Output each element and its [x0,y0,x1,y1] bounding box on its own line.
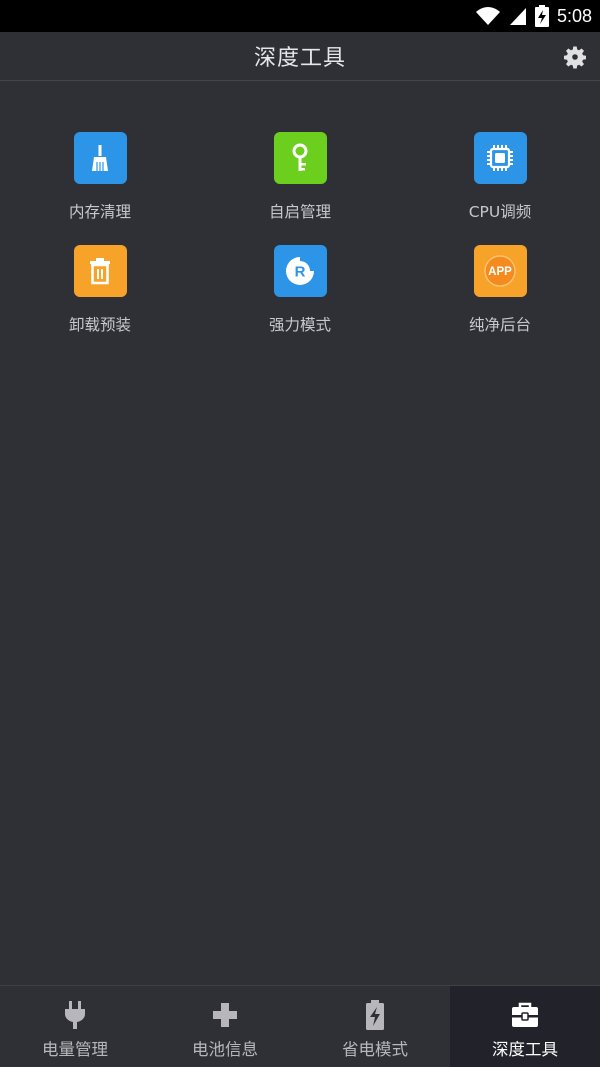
bottom-nav: 电量管理 电池信息 省电模式 深度工具 [0,985,600,1067]
nav-icon [210,1000,240,1030]
tool-tile: APP [473,245,527,297]
nav-item-battery-info[interactable]: 电池信息 [150,986,300,1067]
gear-icon [564,46,586,69]
app-badge-text: APP [488,266,512,278]
tool-label: 纯净后台 [468,316,531,334]
plus-icon [213,1003,237,1027]
nav-item-deep-tools[interactable]: 深度工具 [450,986,600,1067]
nav-label: 深度工具 [492,1040,558,1059]
tool-memory-clean[interactable]: 内存清理 [0,132,200,222]
app-bar: 深度工具 [0,32,600,81]
status-time: 5:08 [556,5,592,26]
tool-label: CPU调频 [468,203,532,221]
nav-item-power-saving-mode[interactable]: 省电模式 [300,986,450,1067]
chip-icon [487,145,513,171]
tool-tile [73,132,127,184]
signal-icon [509,8,526,25]
battery-bolt-icon [366,1000,384,1030]
app-badge-icon: APP [484,255,516,287]
nav-label: 电量管理 [42,1040,108,1059]
wifi-icon [475,7,500,25]
plug-icon [64,1001,86,1029]
battery-charging-icon [534,5,549,27]
key-icon [292,143,308,171]
nav-icon [60,1000,90,1030]
nav-label: 电池信息 [192,1040,258,1059]
tool-cpu-frequency[interactable]: CPU调频 [400,132,600,222]
svg-text:R: R [295,264,306,281]
trash-icon [90,258,110,285]
status-bar: 5:08 [0,0,600,32]
broom-icon [92,145,108,171]
settings-button[interactable] [562,44,588,70]
tool-tile [73,245,127,297]
tool-label: 内存清理 [68,203,131,221]
nav-label: 省电模式 [342,1040,408,1059]
tool-label: 卸载预装 [68,316,131,334]
root-r-icon: R [286,257,314,285]
nav-item-power-management[interactable]: 电量管理 [0,986,150,1067]
page-title: 深度工具 [253,46,346,71]
tool-uninstall-preinstalled[interactable]: 卸载预装 [0,245,200,335]
tool-label: 自启管理 [268,203,331,221]
tool-label: 强力模式 [268,316,331,334]
tool-clean-background[interactable]: APP 纯净后台 [400,245,600,335]
tool-tile: R [273,245,327,297]
tool-autostart-manage[interactable]: 自启管理 [200,132,400,222]
toolbox-icon [512,1002,538,1027]
tool-tile [473,132,527,184]
tool-power-mode[interactable]: R 强力模式 [200,245,400,335]
tool-tile [273,132,327,184]
tools-grid: 内存清理 自启管理 CPU调频 卸载预装 R 强力模式 APP 纯净后台 [0,132,600,335]
nav-icon [360,1000,390,1030]
nav-icon [510,1000,540,1030]
screen: 5:08 深度工具 内存清理 自启管理 CPU调频 卸载预装 R 强力模式 AP… [0,0,600,1067]
